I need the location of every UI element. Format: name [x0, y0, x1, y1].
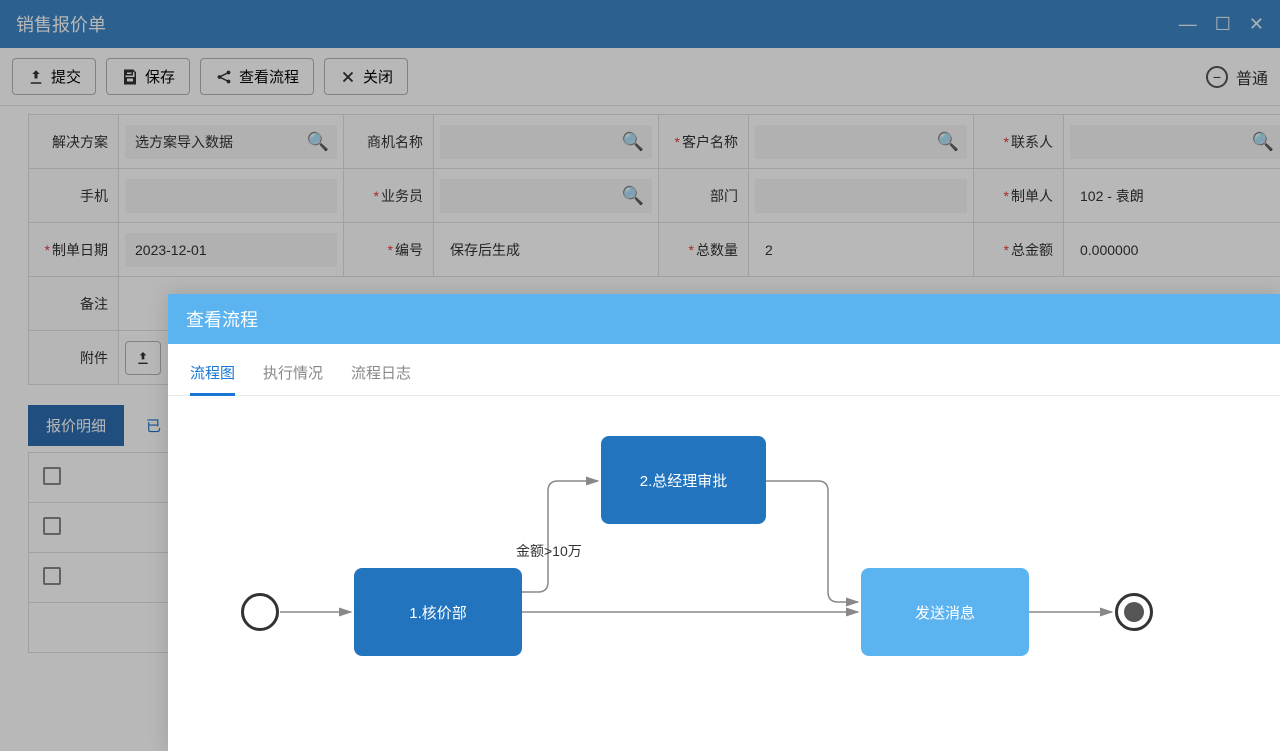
flow-end-node — [1115, 593, 1153, 631]
flow-start-node — [241, 593, 279, 631]
flow-canvas: 1.核价部 2.总经理审批 发送消息 金额>10万 — [168, 396, 1280, 751]
edge-label: 金额>10万 — [516, 541, 582, 561]
tab-exec[interactable]: 执行情况 — [263, 362, 323, 395]
modal-title: 查看流程 — [168, 294, 1280, 344]
flow-node-1[interactable]: 1.核价部 — [354, 568, 522, 656]
flow-modal: 查看流程 流程图 执行情况 流程日志 1.核价部 2.总经理审批 发送消息 — [168, 294, 1280, 751]
modal-tabs: 流程图 执行情况 流程日志 — [168, 344, 1280, 396]
tab-log[interactable]: 流程日志 — [351, 362, 411, 395]
flow-node-3[interactable]: 发送消息 — [861, 568, 1029, 656]
flow-node-2[interactable]: 2.总经理审批 — [601, 436, 766, 524]
tab-flowchart[interactable]: 流程图 — [190, 362, 235, 395]
